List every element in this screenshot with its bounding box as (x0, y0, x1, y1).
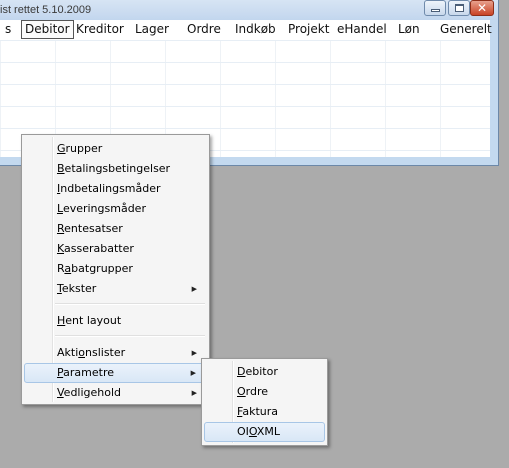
menu-item-label: Leveringsmåder (57, 202, 146, 215)
menu-item-parametre[interactable]: Parametre ▶ (24, 363, 207, 383)
menu-item-label: Debitor (237, 365, 278, 378)
parametre-submenu: Debitor Ordre Faktura OIOXML (201, 358, 328, 446)
menubar-item-debitor[interactable]: Debitor (21, 20, 74, 39)
close-icon: ✕ (476, 1, 488, 15)
menu-item-label: Ordre (237, 385, 269, 398)
submenu-item-ordre[interactable]: Ordre (204, 382, 325, 402)
submenu-arrow-icon: ▶ (191, 285, 197, 293)
menu-item-label: OIOXML (237, 425, 281, 438)
menu-item-label: Parametre (57, 366, 114, 379)
menu-item-kasserabatter[interactable]: Kasserabatter (24, 239, 207, 259)
menu-item-indbetalingsmader[interactable]: Indbetalingsmåder (24, 179, 207, 199)
menu-item-label: Rabatgrupper (57, 262, 133, 275)
menu-item-rentesatser[interactable]: Rentesatser (24, 219, 207, 239)
menu-bar: s Debitor Kreditor Lager Ordre Indkøb Pr… (0, 20, 492, 40)
submenu-arrow-icon: ▶ (191, 389, 197, 397)
menu-item-label: Hent layout (57, 314, 122, 327)
menubar-item-generelt[interactable]: Generelt (440, 21, 492, 38)
menu-item-rabatgrupper[interactable]: Rabatgrupper (24, 259, 207, 279)
menu-separator (55, 335, 205, 337)
menu-item-label: Aktionslister (57, 346, 126, 359)
menu-item-label: Tekster (57, 282, 97, 295)
submenu-arrow-icon: ▶ (191, 349, 197, 357)
menubar-item-kreditor[interactable]: Kreditor (76, 21, 124, 38)
maximize-icon (449, 1, 469, 15)
menu-item-label: Vedligehold (57, 386, 122, 399)
menu-item-label: Grupper (57, 142, 103, 155)
minimize-button[interactable] (424, 0, 446, 16)
menu-item-vedligehold[interactable]: Vedligehold ▶ (24, 383, 207, 403)
menu-item-leveringsmader[interactable]: Leveringsmåder (24, 199, 207, 219)
submenu-arrow-icon: ▶ (190, 369, 196, 377)
maximize-button[interactable] (448, 0, 470, 16)
menubar-item-lon[interactable]: Løn (398, 21, 420, 38)
menu-item-label: Rentesatser (57, 222, 123, 235)
menu-item-betalingsbetingelser[interactable]: Betalingsbetingelser (24, 159, 207, 179)
menu-item-label: Faktura (237, 405, 278, 418)
close-button[interactable]: ✕ (470, 0, 494, 16)
menubar-item-projekt[interactable]: Projekt (288, 21, 329, 38)
menubar-item-s[interactable]: s (5, 21, 11, 38)
menubar-item-ordre[interactable]: Ordre (187, 21, 221, 38)
menubar-item-lager[interactable]: Lager (135, 21, 169, 38)
debitor-menu: Grupper Betalingsbetingelser Indbetaling… (21, 134, 210, 405)
submenu-item-faktura[interactable]: Faktura (204, 402, 325, 422)
menubar-item-indkob[interactable]: Indkøb (235, 21, 276, 38)
menu-item-label: Indbetalingsmåder (57, 182, 161, 195)
menu-item-grupper[interactable]: Grupper (24, 139, 207, 159)
title-bar[interactable]: ist rettet 5.10.2009 ✕ (0, 0, 498, 20)
menu-item-label: Betalingsbetingelser (57, 162, 171, 175)
menu-item-hent-layout[interactable]: Hent layout (24, 311, 207, 331)
submenu-item-oioxml[interactable]: OIOXML (204, 422, 325, 442)
minimize-icon (425, 1, 445, 15)
menu-item-label: Kasserabatter (57, 242, 134, 255)
menubar-item-ehandel[interactable]: eHandel (337, 21, 387, 38)
submenu-item-debitor[interactable]: Debitor (204, 362, 325, 382)
menu-item-tekster[interactable]: Tekster ▶ (24, 279, 207, 299)
menu-item-aktionslister[interactable]: Aktionslister ▶ (24, 343, 207, 363)
window-title: ist rettet 5.10.2009 (0, 4, 92, 16)
menu-separator (55, 303, 205, 305)
